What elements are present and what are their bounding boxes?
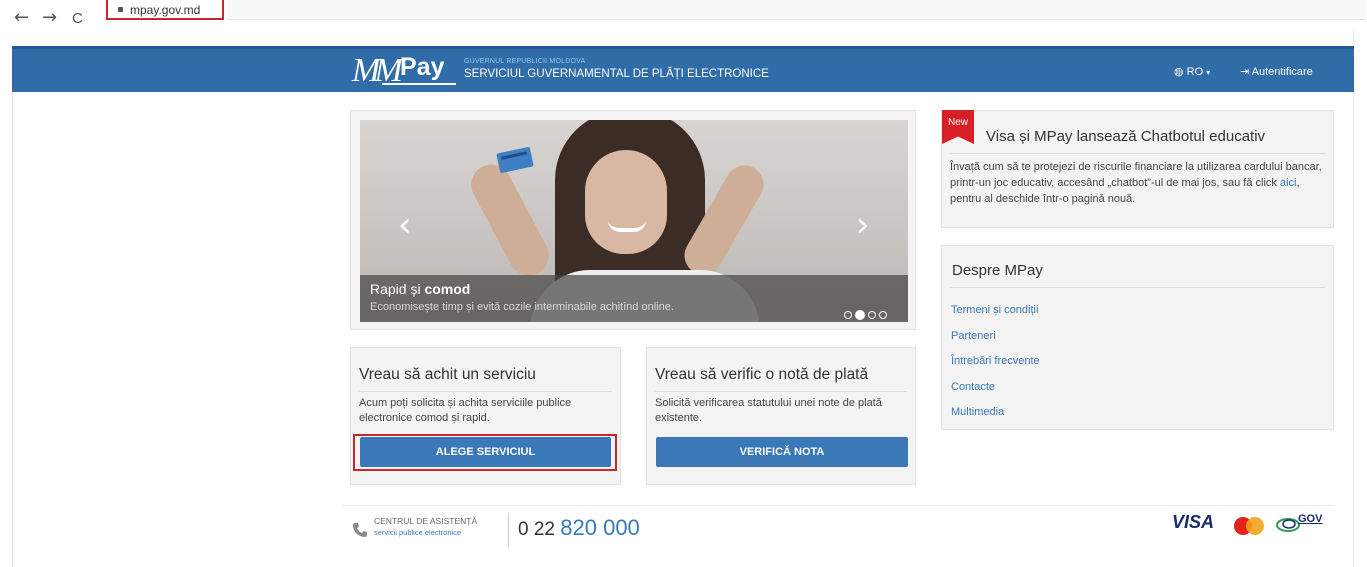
caption-text: Economisește timp și evită cozile interm… (370, 301, 674, 313)
globe-icon: ◍ (1174, 66, 1184, 78)
frame-border-right (1353, 30, 1354, 567)
assistance-center: CENTRUL DE ASISTENȚĂ servicii publice el… (374, 516, 477, 538)
divider (655, 391, 907, 392)
caption-title-bold: comod (424, 281, 471, 297)
verify-note-panel: Vreau să verific o notă de plată Solicit… (646, 347, 916, 485)
header-titles: GUVERNUL REPUBLICII MOLDOVA SERVICIUL GU… (464, 57, 769, 82)
carousel-next-button[interactable]: › (856, 208, 870, 242)
faq-link[interactable]: Întrebări frecvente (951, 349, 1040, 375)
service-title: SERVICIUL GUVERNAMENTAL DE PLĂȚI ELECTRO… (464, 68, 769, 80)
news-panel: New Visa și MPay lansează Chatbotul educ… (941, 110, 1334, 228)
contacts-link[interactable]: Contacte (951, 375, 1040, 401)
phone-number[interactable]: 0 22 820 000 (518, 515, 640, 541)
toolbar-strip (226, 0, 1366, 20)
sign-in-icon: ⇥ (1240, 66, 1250, 78)
footer-divider (342, 505, 1334, 506)
language-selector[interactable]: ◍ RO ▾ (1174, 65, 1210, 78)
mastercard-orange-circle (1246, 517, 1264, 535)
caption-title-regular: Rapid și (370, 281, 425, 297)
carousel-indicator[interactable] (868, 310, 876, 319)
divider (950, 153, 1325, 154)
hero-image-smile (608, 220, 646, 232)
frame-border-left (12, 46, 13, 567)
pay-service-title: Vreau să achit un serviciu (359, 366, 536, 383)
carousel-indicator-active[interactable] (855, 309, 865, 320)
carousel-indicator[interactable] (844, 310, 852, 319)
assistance-subtitle: servicii publice electronice (374, 528, 462, 537)
new-badge: New (942, 110, 974, 144)
phone-main: 820 000 (560, 515, 640, 540)
footer-separator (508, 513, 509, 547)
hero-image-arm-left (464, 157, 556, 283)
carousel-indicator[interactable] (879, 310, 887, 319)
site-header: MM Pay GUVERNUL REPUBLICII MOLDOVA SERVI… (12, 46, 1354, 92)
carousel-panel: ‹ › Rapid și comod Economisește timp și … (350, 110, 916, 330)
logo-pay-text: Pay (400, 53, 445, 81)
login-link[interactable]: ⇥ Autentificare (1240, 65, 1313, 78)
logo-m-mark: MM (352, 52, 403, 89)
phone-icon (353, 523, 367, 537)
credit-card-icon (496, 146, 534, 174)
mgov-swirl-icon (1276, 518, 1300, 532)
carousel-indicators (844, 304, 890, 322)
news-title: Visa și MPay lansează Chatbotul educativ (986, 128, 1266, 145)
mpay-logo[interactable]: MM Pay (352, 53, 457, 89)
phone-prefix: 0 22 (518, 519, 561, 540)
forward-icon[interactable]: → (42, 8, 57, 28)
address-url: mpay.gov.md (130, 3, 201, 17)
mgov-logo: GOV (1276, 512, 1332, 536)
choose-service-highlight (353, 434, 617, 471)
pay-service-description: Acum poți solicita și achita serviciile … (359, 397, 572, 424)
government-label: GUVERNUL REPUBLICII MOLDOVA (464, 58, 586, 65)
lock-icon (118, 7, 123, 12)
carousel-prev-button[interactable]: ‹ (398, 208, 412, 242)
divider (359, 391, 612, 392)
news-here-link[interactable]: aici (1280, 177, 1297, 189)
login-label: Autentificare (1251, 66, 1313, 78)
browser-toolbar: ← → C mpay.gov.md (0, 0, 1367, 46)
about-panel: Despre MPay Termeni și condiții Partener… (941, 245, 1334, 430)
verify-note-title: Vreau să verific o notă de plată (655, 366, 869, 383)
verify-note-button[interactable]: VERIFICĂ NOTA (656, 437, 908, 467)
assistance-title: CENTRUL DE ASISTENȚĂ (374, 516, 478, 526)
about-title: Despre MPay (952, 262, 1043, 279)
partners-link[interactable]: Parteneri (951, 324, 1040, 350)
visa-logo: VISA (1172, 512, 1215, 532)
address-bar[interactable]: mpay.gov.md (106, 0, 224, 20)
multimedia-link[interactable]: Multimedia (951, 400, 1040, 426)
caret-down-icon: ▾ (1206, 68, 1211, 77)
mgov-text: GOV (1298, 513, 1323, 525)
about-links: Termeni și condiții Parteneri Întrebări … (951, 298, 1040, 426)
verify-note-description: Solicită verificarea statutului unei not… (655, 397, 882, 424)
hero-carousel[interactable]: ‹ › Rapid și comod Economisește timp și … (360, 120, 908, 322)
back-icon[interactable]: ← (14, 8, 29, 28)
mastercard-logo (1234, 517, 1264, 535)
terms-link[interactable]: Termeni și condiții (951, 298, 1040, 324)
logo-underline (382, 83, 456, 85)
language-label: RO (1186, 66, 1204, 78)
news-text: Învață cum să te protejezi de riscurile … (950, 159, 1323, 207)
news-text-start: Învață cum să te protejezi de riscurile … (950, 161, 1322, 189)
hero-image-face (585, 150, 667, 254)
carousel-caption: Rapid și comod Economisește timp și evit… (360, 275, 908, 322)
reload-icon[interactable]: C (72, 9, 83, 29)
caption-title: Rapid și comod (370, 281, 470, 297)
divider (950, 287, 1325, 288)
